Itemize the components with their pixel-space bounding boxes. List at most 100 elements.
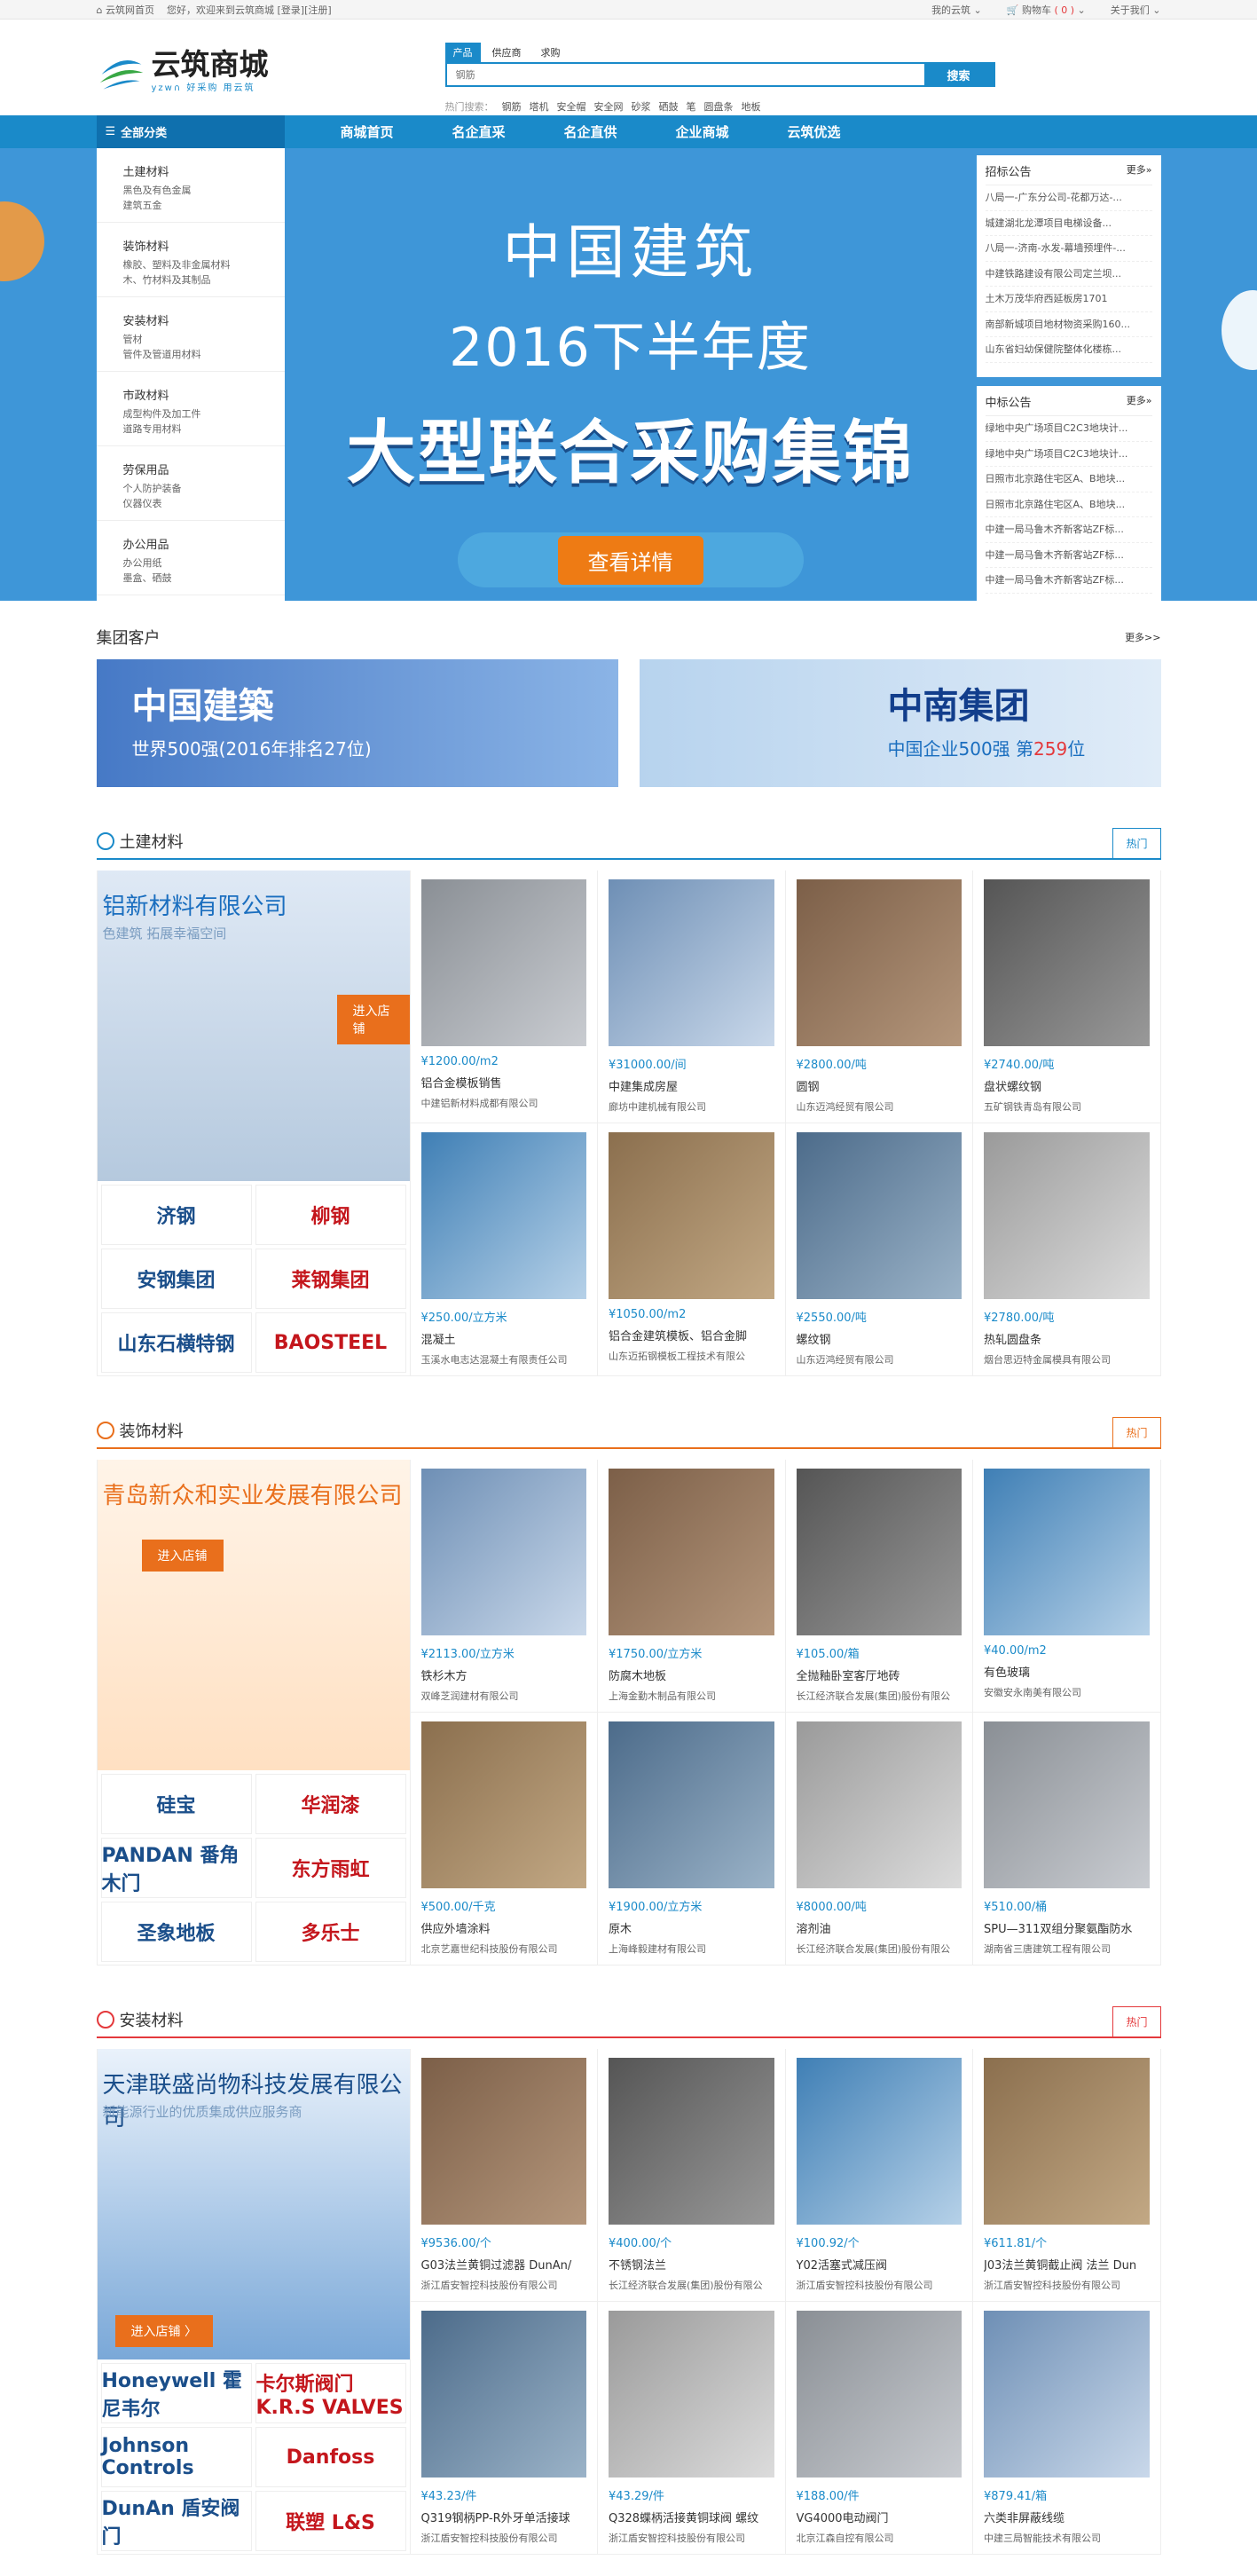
hot-search-link[interactable]: 笔	[687, 99, 696, 114]
brand-logo[interactable]: BAOSTEEL	[255, 1312, 406, 1373]
notice-item[interactable]: 城建湖北龙潭项目电梯设备...	[985, 211, 1152, 236]
product-name[interactable]: Q328蝶柄活接黄铜球阀 螺纹	[609, 2509, 774, 2525]
product-image[interactable]	[984, 879, 1150, 1046]
product-card[interactable]: ¥2550.00/吨 螺纹钢 山东迈鸿经贸有限公司	[784, 1123, 972, 1376]
product-name[interactable]: 热轧圆盘条	[984, 1330, 1150, 1347]
product-company[interactable]: 北京江森自控有限公司	[797, 2531, 962, 2545]
hot-search-link[interactable]: 地板	[742, 99, 761, 114]
product-image[interactable]	[984, 2311, 1150, 2478]
product-name[interactable]: 供应外墙涂料	[421, 1919, 587, 1936]
product-company[interactable]: 长江经济联合发展(集团)股份有限公	[609, 2278, 774, 2292]
product-image[interactable]	[984, 2058, 1150, 2225]
register-link[interactable]: [注册]	[304, 4, 332, 16]
product-company[interactable]: 烟台思迈特金属模具有限公司	[984, 1352, 1150, 1367]
notice-item[interactable]: 中建一局马鲁木齐新客站ZF标...	[985, 517, 1152, 543]
all-categories-button[interactable]: ☰ 全部分类	[96, 115, 285, 148]
hot-search-link[interactable]: 砂浆	[632, 99, 651, 114]
brand-logo[interactable]: 济钢	[100, 1185, 252, 1245]
category-item[interactable]: 办公用品 办公用纸 墨盒、硒鼓	[96, 521, 285, 595]
product-image[interactable]	[420, 1721, 586, 1888]
product-company[interactable]: 浙江盾安智控科技股份有限公司	[421, 2278, 587, 2292]
product-company[interactable]: 山东迈拓钢模板工程技术有限公	[609, 1349, 774, 1363]
search-input[interactable]	[446, 64, 924, 85]
nav-direct-buy[interactable]: 名企直采	[423, 122, 535, 141]
product-card[interactable]: ¥9536.00/个 G03法兰黄铜过滤器 DunAn/ 浙江盾安智控科技股份有…	[409, 2049, 597, 2302]
product-card[interactable]: ¥2780.00/吨 热轧圆盘条 烟台思迈特金属模具有限公司	[972, 1123, 1160, 1376]
product-company[interactable]: 山东迈鸿经贸有限公司	[797, 1099, 962, 1114]
product-image[interactable]	[420, 2058, 586, 2225]
notice-item[interactable]: 土木万茂华府西延板房1701	[985, 287, 1152, 312]
more-link[interactable]: 更多»	[1127, 393, 1152, 410]
hot-search-link[interactable]: 圆盘条	[704, 99, 734, 114]
product-card[interactable]: ¥188.00/件 VG4000电动阀门 北京江森自控有限公司	[784, 2302, 972, 2555]
banner-cta-button[interactable]: 查看详情	[557, 535, 703, 585]
product-name[interactable]: 混凝土	[421, 1330, 587, 1347]
product-card[interactable]: ¥250.00/立方米 混凝土 玉溪水电志达混凝土有限责任公司	[409, 1123, 597, 1376]
product-company[interactable]: 安徽安永南美有限公司	[984, 1685, 1150, 1699]
client-card[interactable]: 中国建築 世界500强(2016年排名27位)	[96, 659, 618, 787]
product-company[interactable]: 中建三局智能技术有限公司	[984, 2531, 1150, 2545]
product-image[interactable]	[796, 1132, 962, 1299]
product-company[interactable]: 中建铝新材料成都有限公司	[421, 1096, 587, 1110]
product-image[interactable]	[609, 879, 774, 1046]
search-tab-supplier[interactable]: 供应商	[484, 43, 530, 62]
brand-logo[interactable]: 华润漆	[255, 1774, 406, 1834]
nav-home[interactable]: 商城首页	[311, 122, 423, 141]
product-company[interactable]: 廊坊中建机械有限公司	[609, 1099, 774, 1114]
brand-logo[interactable]: 柳钢	[255, 1185, 406, 1245]
product-company[interactable]: 长江经济联合发展(集团)股份有限公	[797, 1942, 962, 1956]
site-logo[interactable]: 云筑商城 yzw∩ 好采购 用云筑	[97, 46, 269, 96]
product-name[interactable]: 螺纹钢	[797, 1330, 962, 1347]
enter-shop-button[interactable]: 进入店铺	[141, 1540, 224, 1572]
product-image[interactable]	[420, 2311, 586, 2478]
product-image[interactable]	[420, 1469, 586, 1635]
brand-logo[interactable]: 圣象地板	[100, 1902, 252, 1962]
brand-logo[interactable]: Danfoss	[255, 2427, 406, 2487]
product-company[interactable]: 五矿钢铁青岛有限公司	[984, 1099, 1150, 1114]
notice-item[interactable]: 八局一-广东分公司-花都万达-...	[985, 185, 1152, 211]
more-link[interactable]: 更多>>	[1125, 630, 1160, 644]
product-company[interactable]: 浙江盾安智控科技股份有限公司	[609, 2531, 774, 2545]
brand-logo[interactable]: 莱钢集团	[255, 1249, 406, 1309]
category-item[interactable]: 装饰材料 橡胶、塑料及非金属材料 木、竹材料及其制品	[96, 223, 285, 297]
category-item[interactable]: 市政材料 成型构件及加工件 道路专用材料	[96, 372, 285, 446]
product-name[interactable]: 六类非屏蔽线缆	[984, 2509, 1150, 2525]
notice-item[interactable]: 南部新城项目地材物资采购160...	[985, 312, 1152, 337]
cart-link[interactable]: 🛒 购物车 ( 0 ) ⌄	[1007, 3, 1086, 17]
brand-logo[interactable]: 卡尔斯阀门 K.R.S VALVES	[255, 2363, 406, 2423]
product-image[interactable]	[609, 1132, 774, 1299]
product-name[interactable]: 铝合金建筑模板、铝合金脚	[609, 1327, 774, 1343]
product-name[interactable]: 中建集成房屋	[609, 1077, 774, 1094]
brand-logo[interactable]: 安钢集团	[100, 1249, 252, 1309]
notice-item[interactable]: 绿地中央广场项目C2C3地块计...	[985, 442, 1152, 467]
notice-item[interactable]: 日照市北京路住宅区A、B地块...	[985, 492, 1152, 517]
shop-ad[interactable]: 青岛新众和实业发展有限公司 进入店铺	[97, 1460, 410, 1770]
more-link[interactable]: 更多»	[1127, 162, 1152, 179]
product-name[interactable]: 盘状螺纹钢	[984, 1077, 1150, 1094]
floor-tab-hot[interactable]: 热门	[1112, 828, 1161, 858]
product-name[interactable]: Y02活塞式减压阀	[797, 2256, 962, 2273]
product-card[interactable]: ¥1900.00/立方米 原木 上海峰毅建材有限公司	[597, 1713, 785, 1965]
product-name[interactable]: 铁杉木方	[421, 1666, 587, 1683]
hot-search-link[interactable]: 安全帽	[557, 99, 586, 114]
notice-item[interactable]: 山东省妇幼保健院整体化楼栋...	[985, 337, 1152, 363]
product-company[interactable]: 浙江盾安智控科技股份有限公司	[421, 2531, 587, 2545]
product-company[interactable]: 北京艺嘉世纪科技股份有限公司	[421, 1942, 587, 1956]
search-button[interactable]: 搜索	[923, 64, 994, 85]
banner-slide[interactable]: 中国建筑 2016下半年度 大型联合采购集锦 查看详情	[285, 148, 977, 601]
product-card[interactable]: ¥2800.00/吨 圆钢 山东迈鸿经贸有限公司	[784, 870, 972, 1123]
notice-item[interactable]: 日照市北京路住宅区A、B地块...	[985, 467, 1152, 492]
floor-tab-hot[interactable]: 热门	[1112, 1417, 1161, 1447]
hot-search-link[interactable]: 钢筋	[502, 99, 522, 114]
category-item[interactable]: 土建材料 黑色及有色金属 建筑五金	[96, 148, 285, 223]
product-name[interactable]: J03法兰黄铜截止阀 法兰 Dun	[984, 2256, 1150, 2273]
product-name[interactable]: 溶剂油	[797, 1919, 962, 1936]
product-image[interactable]	[609, 2058, 774, 2225]
product-image[interactable]	[984, 1469, 1150, 1635]
product-name[interactable]: Q319钢柄PP-R外牙单活接球	[421, 2509, 587, 2525]
brand-logo[interactable]: Johnson Controls	[100, 2427, 252, 2487]
category-item[interactable]: 劳保用品 个人防护装备 仪器仪表	[96, 446, 285, 521]
product-image[interactable]	[796, 1469, 962, 1635]
product-image[interactable]	[796, 879, 962, 1046]
enter-shop-button[interactable]: 进入店铺 〉	[114, 2315, 213, 2347]
